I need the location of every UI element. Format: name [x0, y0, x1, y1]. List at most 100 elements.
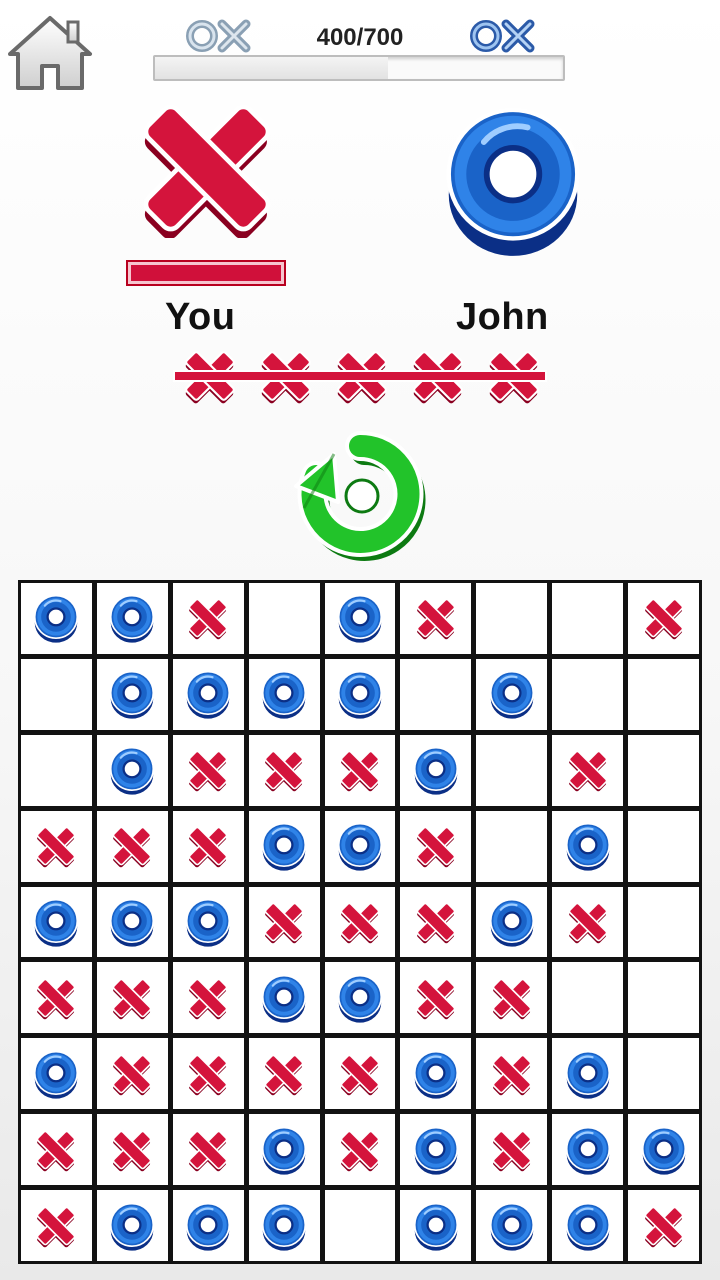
restart-button[interactable] [290, 424, 432, 566]
board-cell[interactable] [96, 658, 168, 730]
o-mark-icon [261, 671, 307, 719]
board-cell[interactable] [248, 810, 320, 882]
board-cell[interactable] [21, 886, 92, 958]
board-cell[interactable] [172, 1190, 244, 1261]
board-cell[interactable] [96, 1038, 168, 1110]
board-cell[interactable] [96, 962, 168, 1034]
board-cell[interactable] [172, 886, 244, 958]
board-cell[interactable] [324, 1038, 396, 1110]
board-cell[interactable] [324, 886, 396, 958]
board-cell[interactable] [400, 810, 472, 882]
board-cell[interactable] [400, 962, 472, 1034]
board-cell[interactable] [552, 658, 624, 730]
board-cell[interactable] [552, 583, 624, 654]
board-cell[interactable] [248, 1114, 320, 1186]
board-cell[interactable] [628, 658, 699, 730]
board-cell[interactable] [476, 734, 548, 806]
board-cell[interactable] [248, 1038, 320, 1110]
board-cell[interactable] [248, 734, 320, 806]
x-mark-icon [188, 1054, 228, 1096]
board-cell[interactable] [324, 658, 396, 730]
board-cell[interactable] [628, 810, 699, 882]
board-cell[interactable] [628, 734, 699, 806]
o-mark-icon [337, 595, 383, 644]
o-mark-icon [641, 1126, 686, 1175]
board-cell[interactable] [248, 962, 320, 1034]
board-cell[interactable] [172, 1038, 244, 1110]
board-cell[interactable] [96, 810, 168, 882]
board-cell[interactable] [96, 1114, 168, 1186]
board-cell[interactable] [400, 583, 472, 654]
board-cell[interactable] [628, 583, 699, 654]
board-cell[interactable] [400, 734, 472, 806]
board-cell[interactable] [21, 1038, 92, 1110]
board-cell[interactable] [324, 962, 396, 1034]
board-cell[interactable] [628, 962, 699, 1034]
board-cell[interactable] [476, 658, 548, 730]
board-cell[interactable] [248, 658, 320, 730]
board-cell[interactable] [324, 734, 396, 806]
home-button[interactable] [6, 12, 94, 92]
x-mark-icon [112, 978, 152, 1020]
board-cell[interactable] [628, 1190, 699, 1261]
board-cell[interactable] [552, 962, 624, 1034]
board-cell[interactable] [552, 810, 624, 882]
board-cell[interactable] [476, 886, 548, 958]
board-cell[interactable] [400, 658, 472, 730]
board-cell[interactable] [21, 1114, 92, 1186]
x-mark-icon [37, 1130, 76, 1171]
board-cell[interactable] [324, 1190, 396, 1261]
board-cell[interactable] [96, 886, 168, 958]
board-cell[interactable] [400, 1038, 472, 1110]
board-cell[interactable] [248, 886, 320, 958]
board-cell[interactable] [96, 1190, 168, 1261]
board-cell[interactable] [172, 658, 244, 730]
board-cell[interactable] [172, 962, 244, 1034]
board-cell[interactable] [248, 1190, 320, 1261]
board-cell[interactable] [476, 810, 548, 882]
board-cell[interactable] [324, 1114, 396, 1186]
board-cell[interactable] [21, 1190, 92, 1261]
board-cell[interactable] [552, 1114, 624, 1186]
o-mark-icon [261, 974, 307, 1023]
o-mark-icon [110, 1202, 155, 1251]
board-cell[interactable] [96, 583, 168, 654]
board-cell[interactable] [324, 810, 396, 882]
o-mark-icon [489, 898, 534, 947]
board-cell[interactable] [476, 1038, 548, 1110]
board-cell[interactable] [552, 1038, 624, 1110]
x-mark-icon [188, 750, 228, 792]
board-cell[interactable] [476, 1190, 548, 1261]
player-x-icon [143, 104, 271, 238]
board-cell[interactable] [172, 1114, 244, 1186]
board-cell[interactable] [400, 1114, 472, 1186]
board-cell[interactable] [248, 583, 320, 654]
board-cell[interactable] [476, 1114, 548, 1186]
board-cell[interactable] [21, 583, 92, 654]
ox-logo-left [186, 19, 251, 53]
board-cell[interactable] [21, 734, 92, 806]
board-cell[interactable] [172, 583, 244, 654]
board-cell[interactable] [400, 1190, 472, 1261]
x-mark-icon [416, 826, 456, 868]
board-cell[interactable] [628, 886, 699, 958]
board-cell[interactable] [21, 658, 92, 730]
o-mark-icon [337, 822, 383, 871]
active-turn-indicator [128, 262, 284, 284]
board-cell[interactable] [172, 734, 244, 806]
board-cell[interactable] [552, 1190, 624, 1261]
board-cell[interactable] [21, 962, 92, 1034]
board-cell[interactable] [552, 886, 624, 958]
board-cell[interactable] [552, 734, 624, 806]
x-mark-icon [492, 1130, 532, 1171]
board-cell[interactable] [172, 810, 244, 882]
board-cell[interactable] [628, 1114, 699, 1186]
board-cell[interactable] [96, 734, 168, 806]
board-cell[interactable] [476, 962, 548, 1034]
x-mark-icon [340, 1054, 380, 1096]
board-cell[interactable] [476, 583, 548, 654]
board-cell[interactable] [400, 886, 472, 958]
board-cell[interactable] [21, 810, 92, 882]
board-cell[interactable] [324, 583, 396, 654]
board-cell[interactable] [628, 1038, 699, 1110]
